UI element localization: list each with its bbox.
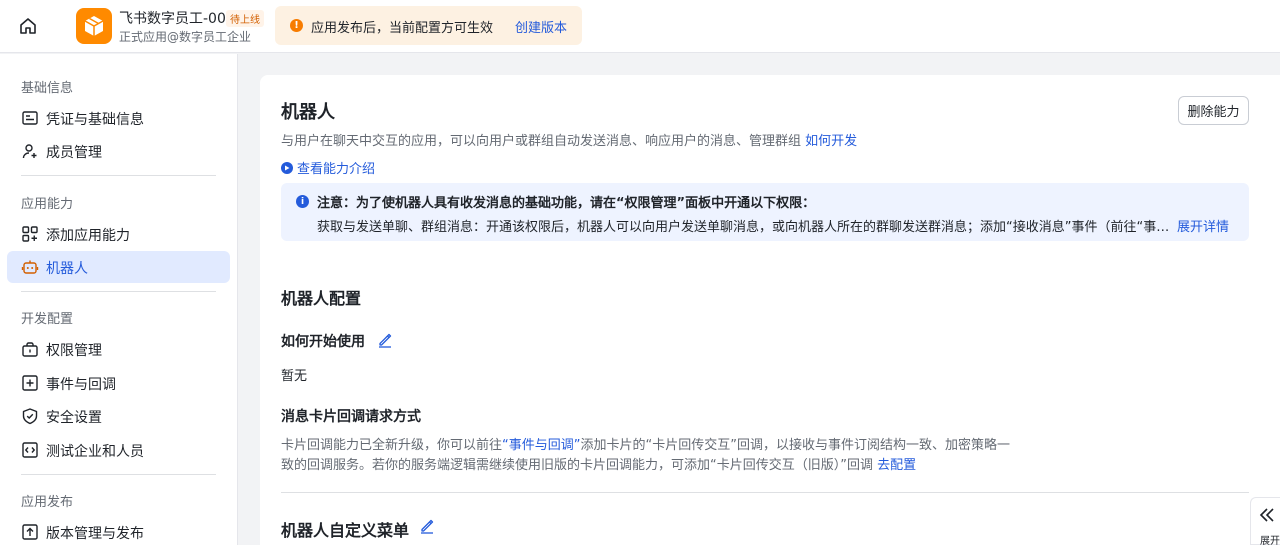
robot-icon xyxy=(21,260,39,274)
remove-capability-button[interactable]: 删除能力 xyxy=(1178,96,1249,125)
double-chevron-left-icon xyxy=(1259,508,1274,522)
how-to-develop-link[interactable]: 如何开发 xyxy=(805,134,857,149)
sidebar-section-title: 基础信息 xyxy=(21,81,74,96)
sidebar-item-events[interactable]: 事件与回调 xyxy=(7,367,230,399)
card-callback-desc-line2: 致的回调服务。若你的服务端逻辑需继续使用旧版的卡片回调能力，可添加“卡片回传交互… xyxy=(281,454,916,473)
sidebar-item-label: 凭证与基础信息 xyxy=(46,112,144,128)
sidebar-section-title: 应用能力 xyxy=(21,197,74,212)
sidebar-item-label: 机器人 xyxy=(46,261,88,277)
sidebar-item-add-capability[interactable]: 添加应用能力 xyxy=(7,218,230,250)
robot-config-title: 机器人配置 xyxy=(281,289,362,308)
sidebar-item-members[interactable]: 成员管理 xyxy=(7,135,230,167)
warning-icon: ! xyxy=(290,19,303,32)
sidebar-item-test-enterprise[interactable]: 测试企业和人员 xyxy=(7,434,230,466)
sidebar-item-label: 权限管理 xyxy=(46,343,102,359)
how-to-use-title: 如何开始使用 xyxy=(281,334,365,350)
create-version-link[interactable]: 创建版本 xyxy=(515,17,567,36)
member-icon xyxy=(22,144,37,159)
card-callback-text: 卡片回调能力已全新升级，你可以前往 xyxy=(281,438,503,453)
notice-text: 应用发布后，当前配置方可生效 xyxy=(311,21,494,36)
description-text: 与用户在聊天中交互的应用，可以向用户或群组自动发送消息、响应用户的消息、管理群组 xyxy=(281,134,802,149)
main-panel: 机器人 与用户在聊天中交互的应用，可以向用户或群组自动发送消息、响应用户的消息、… xyxy=(260,75,1280,545)
sidebar-item-security[interactable]: 安全设置 xyxy=(7,400,230,432)
sidebar-item-robot[interactable]: 机器人 xyxy=(7,251,230,283)
notice-body: 获取与发送单聊、群组消息：开通该权限后，机器人可以向用户发送单聊消息，或向机器人… xyxy=(317,220,1172,235)
app-name: 飞书数字员工-001 xyxy=(119,11,235,27)
sidebar-divider xyxy=(21,291,216,292)
box-icon xyxy=(84,16,104,36)
publish-notice: ! 应用发布后，当前配置方可生效 创建版本 xyxy=(275,6,582,45)
page-title: 机器人 xyxy=(281,102,335,123)
expand-label: 展开 xyxy=(1260,536,1280,545)
sidebar-item-label: 安全设置 xyxy=(46,410,102,426)
app-logo xyxy=(76,8,112,44)
event-callback-link[interactable]: “事件与回调” xyxy=(502,438,580,453)
sidebar-section-title: 应用发布 xyxy=(21,495,74,510)
permission-notice: i 注意：为了使机器人具有收发消息的基础功能，请在“权限管理”面板中开通以下权限… xyxy=(281,183,1249,241)
sidebar-item-credentials[interactable]: 凭证与基础信息 xyxy=(7,102,230,134)
notice-title: 注意：为了使机器人具有收发消息的基础功能，请在“权限管理”面板中开通以下权限： xyxy=(317,196,816,211)
expand-details-link[interactable]: 展开详情 xyxy=(1177,216,1229,235)
info-icon: i xyxy=(296,195,309,208)
page-description: 与用户在聊天中交互的应用，可以向用户或群组自动发送消息、响应用户的消息、管理群组… xyxy=(281,130,857,149)
card-callback-title: 消息卡片回调请求方式 xyxy=(281,409,421,425)
card-callback-text: 致的回调服务。若你的服务端逻辑需继续使用旧版的卡片回调能力，可添加“卡片回传交互… xyxy=(281,458,873,473)
sidebar-divider xyxy=(21,175,216,176)
view-intro-link[interactable]: 查看能力介绍 xyxy=(281,158,375,177)
card-callback-text: 添加卡片的“卡片回传交互”回调，以接收与事件订阅结构一致、加密策略一 xyxy=(580,438,1010,453)
sidebar-divider xyxy=(21,474,216,475)
sidebar-item-label: 添加应用能力 xyxy=(46,228,130,244)
custom-menu-title: 机器人自定义菜单 xyxy=(281,521,410,540)
status-badge: 待上线 xyxy=(226,10,264,27)
home-icon[interactable] xyxy=(18,16,38,36)
section-divider xyxy=(281,492,1249,493)
sidebar-item-label: 成员管理 xyxy=(46,145,102,161)
sidebar-item-label: 测试企业和人员 xyxy=(46,444,144,460)
view-intro-label: 查看能力介绍 xyxy=(297,162,376,177)
edit-icon[interactable] xyxy=(377,332,393,348)
play-icon xyxy=(281,161,293,174)
add-capability-icon xyxy=(22,226,38,242)
edit-icon[interactable] xyxy=(419,518,435,534)
card-callback-desc-line1: 卡片回调能力已全新升级，你可以前往“事件与回调”添加卡片的“卡片回传交互”回调，… xyxy=(281,434,1010,453)
app-subtitle: 正式应用@数字员工企业 xyxy=(119,30,252,44)
code-icon xyxy=(22,442,38,458)
sidebar-item-label: 事件与回调 xyxy=(46,377,116,393)
sidebar-section-title: 开发配置 xyxy=(21,312,74,327)
sidebar-item-permissions[interactable]: 权限管理 xyxy=(7,333,230,365)
permission-icon xyxy=(22,342,38,357)
upload-icon xyxy=(22,524,38,540)
how-to-use-value: 暂无 xyxy=(281,369,308,384)
shield-icon xyxy=(22,408,38,425)
credential-icon xyxy=(22,111,38,125)
event-icon xyxy=(22,375,38,391)
sidebar-item-label: 版本管理与发布 xyxy=(46,526,144,542)
expand-panel-button[interactable]: 展开 xyxy=(1250,497,1280,545)
go-configure-link[interactable]: 去配置 xyxy=(877,458,916,473)
sidebar-item-release[interactable]: 版本管理与发布 xyxy=(7,516,230,545)
sidebar: 基础信息 凭证与基础信息 成员管理 应用能力 添加应用能力 机器人 开发配置 权… xyxy=(0,54,238,545)
top-header: 飞书数字员工-001 待上线 正式应用@数字员工企业 ! 应用发布后，当前配置方… xyxy=(0,0,1280,53)
